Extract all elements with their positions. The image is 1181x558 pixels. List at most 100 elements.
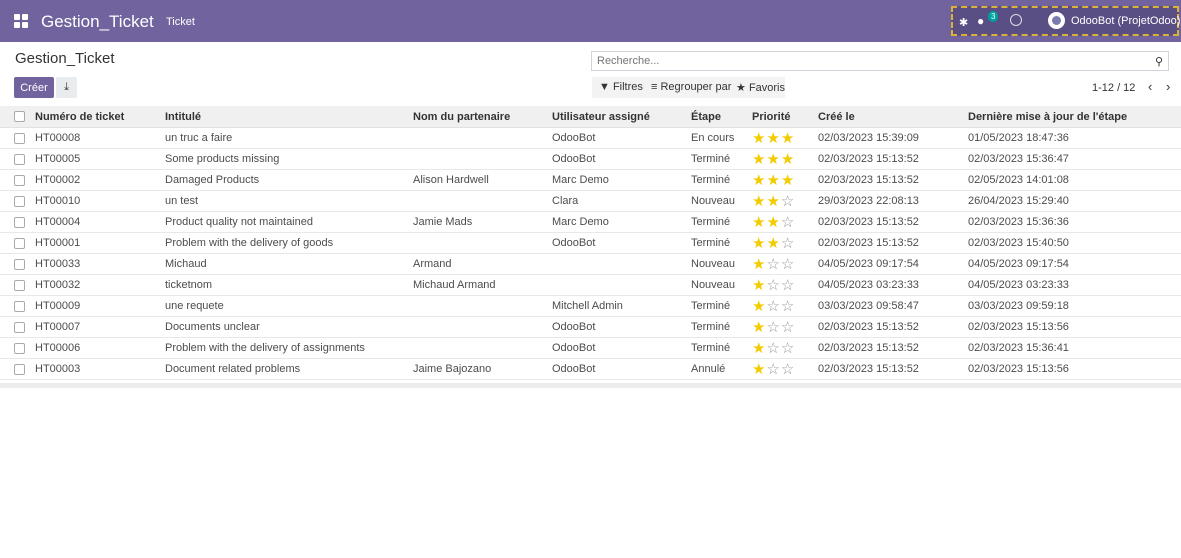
- star-filled-icon[interactable]: ★: [766, 235, 780, 252]
- row-checkbox[interactable]: [0, 211, 35, 233]
- chat-icon[interactable]: ●: [977, 14, 984, 28]
- select-all-checkbox[interactable]: [0, 106, 35, 128]
- table-row[interactable]: HT00007 Documents unclear OdooBot Terminé ★☆…: [0, 316, 1181, 338]
- column-header[interactable]: Étape: [691, 106, 752, 128]
- star-filled-icon[interactable]: ★: [752, 151, 766, 168]
- star-filled-icon[interactable]: ★: [752, 340, 766, 357]
- star-filled-icon[interactable]: ★: [752, 130, 766, 147]
- star-empty-icon[interactable]: ☆: [781, 361, 795, 378]
- column-header[interactable]: Priorité: [752, 106, 818, 128]
- create-button[interactable]: Créer: [14, 77, 54, 98]
- priority-widget[interactable]: ★☆☆: [752, 253, 818, 275]
- group-by-dropdown[interactable]: ≡ Regrouper par: [651, 81, 731, 93]
- table-row[interactable]: HT00008 un truc a faire OdooBot En cours ★★★…: [0, 127, 1181, 149]
- star-filled-icon[interactable]: ★: [752, 277, 766, 294]
- star-filled-icon[interactable]: ★: [752, 193, 766, 210]
- user-avatar[interactable]: [1048, 12, 1065, 29]
- star-filled-icon[interactable]: ★: [781, 130, 795, 147]
- search-icon[interactable]: ⚲: [1155, 55, 1163, 68]
- table-row[interactable]: HT00033 Michaud Armand Nouveau ★☆☆ 04/05/2023…: [0, 253, 1181, 275]
- debug-icon[interactable]: ✱: [959, 16, 968, 29]
- table-row[interactable]: HT00032 ticketnom Michaud Armand Nouveau ★☆☆…: [0, 274, 1181, 296]
- column-header[interactable]: Dernière mise à jour de l'étape: [968, 106, 1181, 128]
- star-empty-icon[interactable]: ☆: [781, 319, 795, 336]
- priority-widget[interactable]: ★★★: [752, 169, 818, 191]
- row-checkbox[interactable]: [0, 337, 35, 359]
- star-empty-icon[interactable]: ☆: [766, 298, 780, 315]
- table-row[interactable]: HT00004 Product quality not maintained Jam…: [0, 211, 1181, 233]
- star-empty-icon[interactable]: ☆: [781, 340, 795, 357]
- row-checkbox[interactable]: [0, 169, 35, 191]
- row-checkbox[interactable]: [0, 232, 35, 254]
- priority-widget[interactable]: ★☆☆: [752, 295, 818, 317]
- star-filled-icon[interactable]: ★: [766, 130, 780, 147]
- pager-next-icon[interactable]: ›: [1166, 79, 1170, 94]
- apps-menu-icon[interactable]: [14, 14, 28, 28]
- star-filled-icon[interactable]: ★: [766, 193, 780, 210]
- table-row[interactable]: HT00010 un test Clara Nouveau ★★☆ 29/03/2023 …: [0, 190, 1181, 212]
- star-empty-icon[interactable]: ☆: [766, 277, 780, 294]
- user-menu[interactable]: OdooBot (ProjetOdoo): [1071, 15, 1180, 27]
- row-checkbox[interactable]: [0, 148, 35, 170]
- pager-previous-icon[interactable]: ‹: [1148, 79, 1152, 94]
- row-checkbox[interactable]: [0, 127, 35, 149]
- activity-clock-icon[interactable]: [1010, 14, 1022, 26]
- priority-widget[interactable]: ★☆☆: [752, 274, 818, 296]
- table-row[interactable]: HT00001 Problem with the delivery of good…: [0, 232, 1181, 254]
- pager-value[interactable]: 1-12 / 12: [1092, 82, 1135, 94]
- star-empty-icon[interactable]: ☆: [766, 256, 780, 273]
- filters-dropdown[interactable]: ▼ Filtres: [599, 81, 643, 93]
- star-filled-icon[interactable]: ★: [752, 361, 766, 378]
- star-empty-icon[interactable]: ☆: [766, 340, 780, 357]
- column-header[interactable]: Numéro de ticket: [35, 106, 165, 128]
- row-checkbox[interactable]: [0, 295, 35, 317]
- star-filled-icon[interactable]: ★: [766, 151, 780, 168]
- star-filled-icon[interactable]: ★: [752, 235, 766, 252]
- row-checkbox[interactable]: [0, 190, 35, 212]
- star-empty-icon[interactable]: ☆: [781, 235, 795, 252]
- star-empty-icon[interactable]: ☆: [781, 256, 795, 273]
- row-checkbox[interactable]: [0, 253, 35, 275]
- row-checkbox[interactable]: [0, 358, 35, 380]
- star-empty-icon[interactable]: ☆: [766, 361, 780, 378]
- column-header[interactable]: Utilisateur assigné: [552, 106, 691, 128]
- search-input[interactable]: [597, 55, 1137, 67]
- download-icon[interactable]: ⤓: [56, 77, 77, 98]
- star-filled-icon[interactable]: ★: [752, 256, 766, 273]
- column-header[interactable]: Créé le: [818, 106, 968, 128]
- star-filled-icon[interactable]: ★: [752, 319, 766, 336]
- star-filled-icon[interactable]: ★: [781, 151, 795, 168]
- priority-widget[interactable]: ★★★: [752, 148, 818, 170]
- row-checkbox[interactable]: [0, 274, 35, 296]
- row-checkbox[interactable]: [0, 316, 35, 338]
- column-header[interactable]: Intitulé: [165, 106, 413, 128]
- star-empty-icon[interactable]: ☆: [781, 277, 795, 294]
- star-filled-icon[interactable]: ★: [781, 172, 795, 189]
- priority-widget[interactable]: ★☆☆: [752, 337, 818, 359]
- priority-widget[interactable]: ★★★: [752, 127, 818, 149]
- table-row[interactable]: HT00009 une requete Mitchell Admin Terminé ★…: [0, 295, 1181, 317]
- star-filled-icon[interactable]: ★: [766, 214, 780, 231]
- column-header[interactable]: Nom du partenaire: [413, 106, 552, 128]
- menu-item-ticket[interactable]: Ticket: [166, 16, 195, 28]
- table-row[interactable]: HT00005 Some products missing OdooBot Termi…: [0, 148, 1181, 170]
- table-row[interactable]: HT00006 Problem with the delivery of assi…: [0, 337, 1181, 359]
- priority-widget[interactable]: ★★☆: [752, 190, 818, 212]
- app-name[interactable]: Gestion_Ticket: [41, 12, 154, 32]
- priority-widget[interactable]: ★☆☆: [752, 358, 818, 380]
- star-empty-icon[interactable]: ☆: [766, 319, 780, 336]
- search-box[interactable]: ⚲: [591, 51, 1169, 71]
- star-empty-icon[interactable]: ☆: [781, 214, 795, 231]
- star-empty-icon[interactable]: ☆: [781, 298, 795, 315]
- favorites-dropdown[interactable]: ★ Favoris: [736, 81, 785, 94]
- table-row[interactable]: HT00002 Damaged Products Alison Hardwell Ma…: [0, 169, 1181, 191]
- priority-widget[interactable]: ★★☆: [752, 232, 818, 254]
- star-filled-icon[interactable]: ★: [752, 298, 766, 315]
- star-filled-icon[interactable]: ★: [766, 172, 780, 189]
- star-filled-icon[interactable]: ★: [752, 172, 766, 189]
- priority-widget[interactable]: ★★☆: [752, 211, 818, 233]
- priority-widget[interactable]: ★☆☆: [752, 316, 818, 338]
- star-filled-icon[interactable]: ★: [752, 214, 766, 231]
- star-empty-icon[interactable]: ☆: [781, 193, 795, 210]
- table-row[interactable]: HT00003 Document related problems Jaime Ba…: [0, 358, 1181, 380]
